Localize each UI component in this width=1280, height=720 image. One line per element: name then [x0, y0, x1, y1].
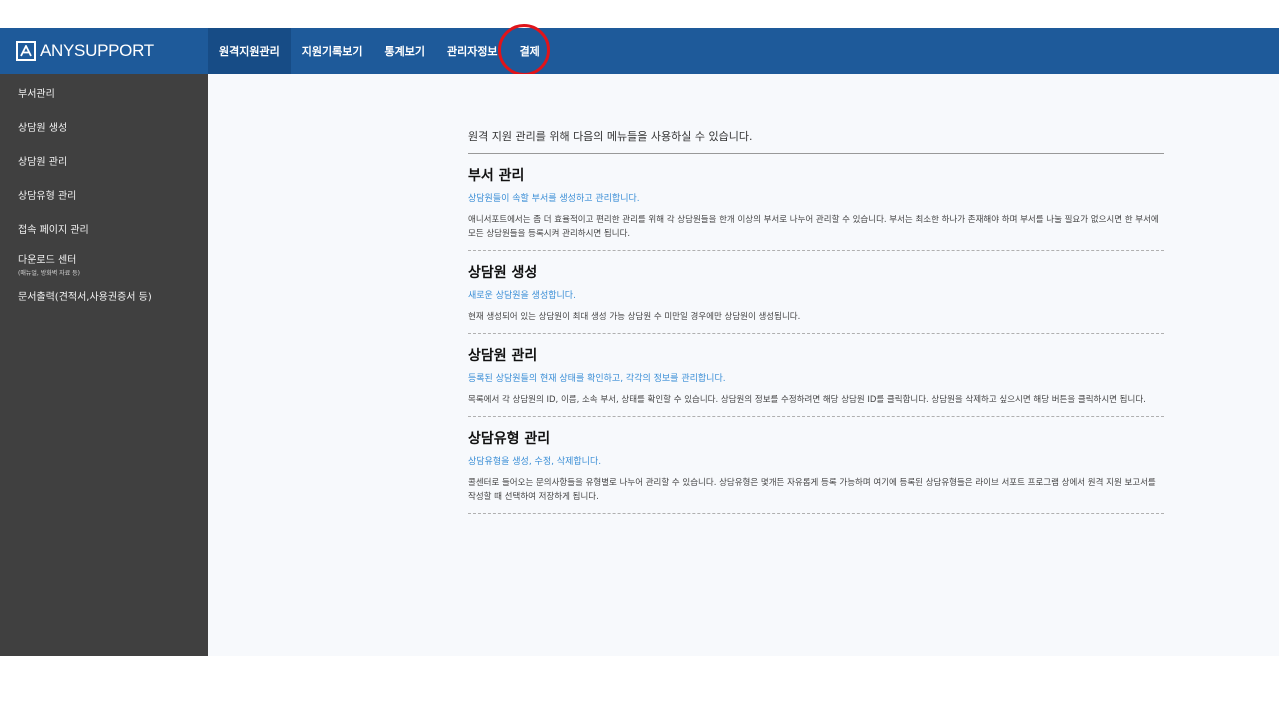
section-description: 애니서포트에서는 좀 더 효율적이고 편리한 관리를 위해 각 상담원들을 한개…	[468, 215, 1159, 239]
section-title: 상담원 관리	[468, 348, 538, 364]
section-subtitle: 새로운 상담원을 생성합니다.	[468, 291, 576, 301]
section-description: 목록에서 각 상담원의 ID, 이름, 소속 부서, 상태를 확인할 수 있습니…	[468, 395, 1146, 405]
sidebar-item-label: 다운로드 센터	[18, 255, 77, 266]
section-consult-type-management: 상담유형 관리 상담유형을 생성, 수정, 삭제합니다. 콜센터로 들어오는 문…	[468, 417, 1164, 514]
main-content: 원격 지원 관리를 위해 다음의 메뉴들을 사용하실 수 있습니다. 부서 관리…	[208, 74, 1279, 656]
sidebar-item-sublabel: (매뉴얼, 방화벽 자료 등)	[18, 270, 80, 277]
section-title: 상담원 생성	[468, 265, 538, 281]
section-department-management: 부서 관리 상담원들이 속할 부서를 생성하고 관리합니다. 애니서포트에서는 …	[468, 154, 1164, 251]
section-subtitle: 상담유형을 생성, 수정, 삭제합니다.	[468, 457, 602, 467]
sidebar-item-department-management[interactable]: 부서관리	[18, 85, 55, 100]
section-description: 현재 생성되어 있는 상담원이 최대 생성 가능 상담원 수 미만일 경우에만 …	[468, 312, 801, 322]
sidebar-item-download-center[interactable]: 다운로드 센터 (매뉴얼, 방화벽 자료 등)	[18, 251, 80, 277]
logo-text: ANYSUPPORT	[40, 41, 154, 60]
sidebar-item-access-page-management[interactable]: 접속 페이지 관리	[18, 221, 89, 236]
section-subtitle: 등록된 상담원들의 현재 상태를 확인하고, 각각의 정보를 관리합니다.	[468, 374, 726, 384]
intro-text: 원격 지원 관리를 위해 다음의 메뉴들을 사용하실 수 있습니다.	[468, 128, 1164, 154]
section-agent-management: 상담원 관리 등록된 상담원들의 현재 상태를 확인하고, 각각의 정보를 관리…	[468, 334, 1164, 417]
section-create-agent: 상담원 생성 새로운 상담원을 생성합니다. 현재 생성되어 있는 상담원이 최…	[468, 251, 1164, 334]
nav-admin-info[interactable]: 관리자정보	[436, 28, 509, 74]
sidebar-item-consult-type-management[interactable]: 상담유형 관리	[18, 187, 76, 202]
nav-payment[interactable]: 결제	[509, 28, 551, 74]
sidebar-item-create-agent[interactable]: 상담원 생성	[18, 119, 67, 134]
menu-guide: 원격 지원 관리를 위해 다음의 메뉴들을 사용하실 수 있습니다. 부서 관리…	[468, 128, 1164, 514]
nav-support-history[interactable]: 지원기록보기	[291, 28, 374, 74]
main-nav: 원격지원관리 지원기록보기 통계보기 관리자정보 결제	[208, 28, 551, 74]
section-subtitle: 상담원들이 속할 부서를 생성하고 관리합니다.	[468, 194, 640, 204]
sidebar: 부서관리 상담원 생성 상담원 관리 상담유형 관리 접속 페이지 관리 다운로…	[0, 74, 208, 656]
section-description: 콜센터로 들어오는 문의사항들을 유형별로 나누어 관리할 수 있습니다. 상담…	[468, 478, 1156, 502]
nav-remote-support-management[interactable]: 원격지원관리	[208, 28, 291, 74]
section-title: 상담유형 관리	[468, 431, 551, 447]
top-navigation-bar: ANYSUPPORT 원격지원관리 지원기록보기 통계보기 관리자정보 결제	[0, 28, 1279, 74]
anysupport-logo[interactable]: ANYSUPPORT	[16, 40, 154, 62]
sidebar-item-document-output[interactable]: 문서출력(견적서,사용권증서 등)	[18, 288, 152, 303]
sidebar-item-agent-management[interactable]: 상담원 관리	[18, 153, 67, 168]
logo-a-icon	[16, 41, 36, 61]
nav-statistics[interactable]: 통계보기	[373, 28, 435, 74]
section-title: 부서 관리	[468, 168, 525, 184]
